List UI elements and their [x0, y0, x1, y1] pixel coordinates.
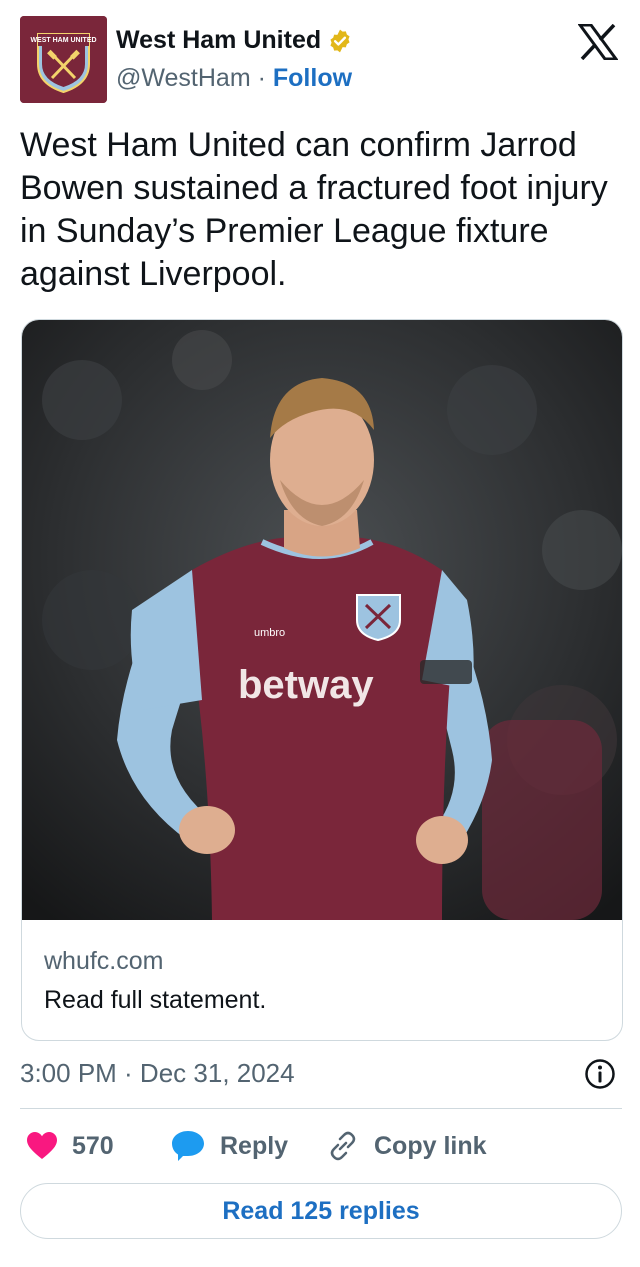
name-row: West Ham United	[116, 26, 353, 55]
x-logo-icon[interactable]	[578, 24, 618, 60]
divider	[20, 1108, 622, 1109]
copy-link-label: Copy link	[374, 1131, 487, 1160]
sponsor-text: betway	[238, 663, 374, 707]
crest-text: WEST HAM UNITED	[30, 37, 96, 44]
west-ham-crest-icon: WEST HAM UNITED	[20, 16, 107, 103]
handle[interactable]: @WestHam	[116, 64, 251, 92]
info-icon[interactable]	[584, 1058, 616, 1090]
link-icon	[330, 1131, 356, 1161]
card-domain[interactable]: whufc.com	[44, 947, 163, 976]
speech-bubble-icon	[172, 1131, 204, 1161]
read-replies-button[interactable]: Read 125 replies	[20, 1183, 622, 1239]
tweet-text: West Ham United can confirm Jarrod Bowen…	[20, 126, 608, 293]
tweet-header: WEST HAM UNITED West Ham United @WestHam…	[20, 16, 626, 104]
timestamp[interactable]: 3:00 PM · Dec 31, 2024	[20, 1058, 295, 1089]
verified-badge-icon	[330, 29, 350, 52]
display-name[interactable]: West Ham United	[116, 26, 321, 55]
like-button[interactable]: 570	[26, 1124, 114, 1168]
card-description[interactable]: Read full statement.	[44, 986, 266, 1015]
follow-button[interactable]: Follow	[273, 64, 352, 92]
reply-label: Reply	[220, 1131, 289, 1160]
read-replies-label: Read 125 replies	[222, 1196, 420, 1225]
handle-row: @WestHam · Follow	[116, 64, 352, 93]
copy-link-button[interactable]: Copy link	[326, 1124, 487, 1168]
kit-brand-text: umbro	[254, 627, 285, 639]
link-card[interactable]: umbro betway whufc.com Read full stateme…	[21, 319, 623, 1041]
separator: ·	[257, 64, 266, 92]
avatar[interactable]: WEST HAM UNITED	[20, 16, 107, 103]
action-bar: 570 Reply Copy link	[20, 1124, 622, 1168]
like-count: 570	[72, 1131, 114, 1160]
heart-icon	[27, 1132, 57, 1159]
reply-button[interactable]: Reply	[170, 1124, 288, 1168]
card-image[interactable]: umbro betway	[22, 320, 622, 920]
